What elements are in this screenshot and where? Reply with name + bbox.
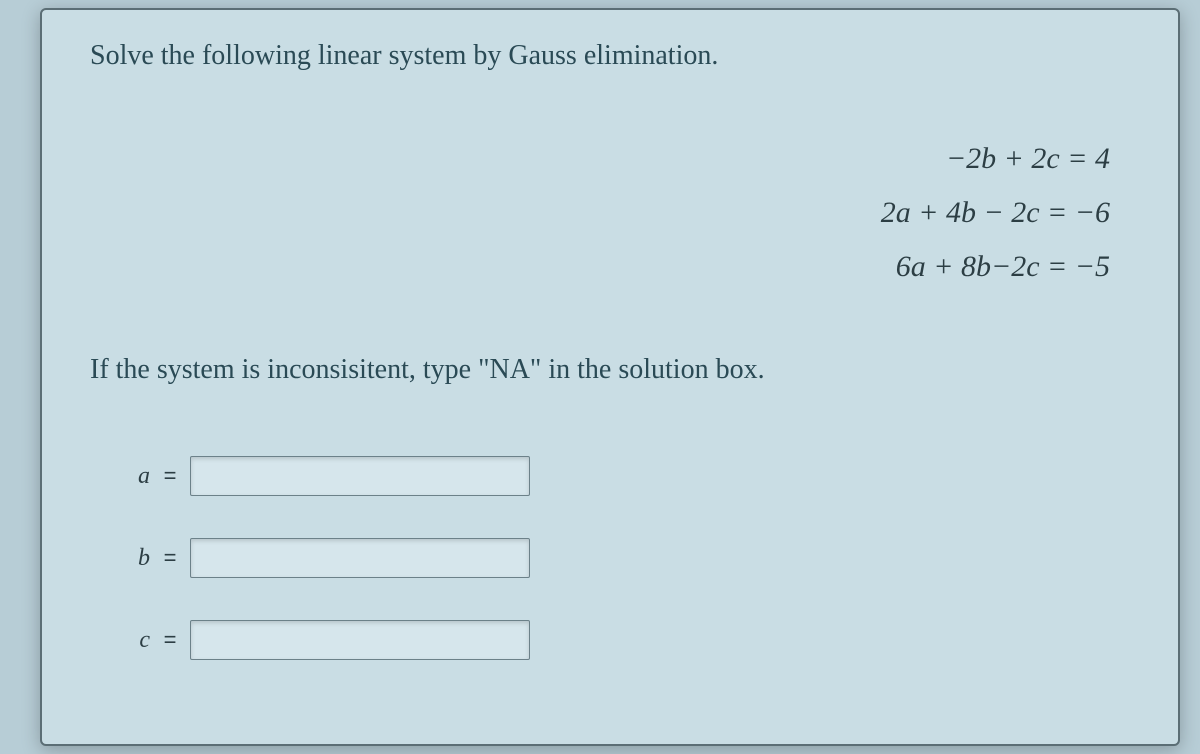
equation-system: −2b + 2c = 4 2a + 4b − 2c = −6 6a + 8b−2…	[90, 132, 1130, 294]
equation-1: −2b + 2c = 4	[90, 132, 1110, 186]
question-title: Solve the following linear system by Gau…	[90, 40, 1130, 72]
answer-input-b[interactable]	[190, 538, 530, 578]
var-label-c: c	[110, 627, 150, 654]
answer-input-c[interactable]	[190, 620, 530, 660]
equation-2: 2a + 4b − 2c = −6	[90, 186, 1110, 240]
equals-a: =	[150, 463, 190, 489]
question-card: Solve the following linear system by Gau…	[40, 8, 1180, 746]
var-label-a: a	[110, 463, 150, 490]
equals-b: =	[150, 545, 190, 571]
answers-block: a = b = c =	[110, 456, 1130, 660]
answer-row-a: a =	[110, 456, 1130, 496]
equation-3: 6a + 8b−2c = −5	[90, 240, 1110, 294]
var-label-b: b	[110, 545, 150, 572]
answer-row-b: b =	[110, 538, 1130, 578]
equals-c: =	[150, 627, 190, 653]
instruction-text: If the system is inconsisitent, type "NA…	[90, 354, 1130, 386]
answer-row-c: c =	[110, 620, 1130, 660]
answer-input-a[interactable]	[190, 456, 530, 496]
